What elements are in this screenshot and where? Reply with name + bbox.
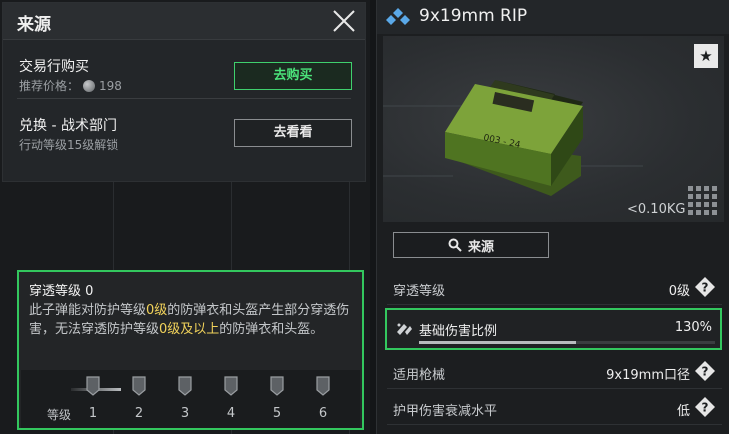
stat-label: 适用枪械 <box>393 368 446 383</box>
level-shield-icon <box>270 376 284 396</box>
svg-text:?: ? <box>702 281 709 295</box>
level-shield-icon <box>316 376 330 396</box>
help-icon[interactable]: ? <box>694 276 716 298</box>
level-label: 等级 <box>47 408 72 422</box>
close-icon[interactable] <box>331 8 357 34</box>
market-title: 交易行购买 <box>19 59 89 75</box>
damage-label: 基础伤害比例 <box>419 324 498 339</box>
rarity-diamond-icon <box>386 8 410 25</box>
help-icon[interactable]: ? <box>694 396 716 418</box>
svg-text:?: ? <box>702 401 709 415</box>
penetration-title: 穿透等级 0 <box>29 284 94 299</box>
damage-bar <box>419 341 715 344</box>
help-icon[interactable]: ? <box>694 360 716 382</box>
item-detail-panel: 9x19mm RIP 003 - 24 ★ <0.10KG 来源 穿透等级 0级… <box>376 0 729 434</box>
price-label: 推荐价格： <box>19 79 80 93</box>
level-number: 6 <box>318 406 328 421</box>
level-number: 5 <box>272 406 282 421</box>
ammo-box-image: 003 - 24 <box>383 80 643 196</box>
level-number: 3 <box>180 406 190 421</box>
favorite-star-button[interactable]: ★ <box>694 44 718 68</box>
svg-text:?: ? <box>702 365 709 379</box>
price-value: 198 <box>99 78 122 93</box>
stat-weapon: 适用枪械 9x19mm口径 ? <box>387 356 722 389</box>
item-header: 9x19mm RIP <box>377 0 729 34</box>
coin-icon <box>83 79 96 92</box>
source-button[interactable]: 来源 <box>393 232 549 258</box>
damage-value: 130% <box>674 320 712 335</box>
level-number: 2 <box>134 406 144 421</box>
damage-icon <box>397 323 412 335</box>
stat-penetration: 穿透等级 0级 ? <box>387 272 722 305</box>
go-look-button[interactable]: 去看看 <box>234 119 352 147</box>
item-preview: 003 - 24 ★ <0.10KG <box>383 36 724 222</box>
source-row-market: 交易行购买 推荐价格： 198 去购买 <box>17 40 352 99</box>
market-price: 推荐价格： 198 <box>19 77 122 94</box>
penetration-description: 此子弹能对防护等级0级的防弹衣和头盔产生部分穿透伤害，无法穿透防护等级0级及以上… <box>29 301 357 339</box>
source-button-label: 来源 <box>467 239 494 255</box>
level-shield-icon <box>86 376 100 396</box>
damage-bar-fill <box>419 341 576 344</box>
stat-base-damage: 基础伤害比例 130% <box>385 308 722 350</box>
source-row-exchange: 兑换 - 战术部门 行动等级15级解锁 去看看 <box>17 99 352 157</box>
go-buy-button[interactable]: 去购买 <box>234 62 352 90</box>
stat-value: 0级 <box>668 284 690 299</box>
item-name: 9x19mm RIP <box>419 6 528 26</box>
stat-value: 9x19mm口径 <box>606 368 690 383</box>
source-title: 来源 <box>17 15 51 35</box>
inventory-size-icon <box>688 186 717 215</box>
source-panel: 来源 交易行购买 推荐价格： 198 去购买 兑换 - 战术部门 行动等级15级… <box>2 2 366 182</box>
search-icon <box>448 238 462 252</box>
exchange-requirement: 行动等级15级解锁 <box>19 138 119 152</box>
source-header: 来源 <box>3 3 365 40</box>
desc-highlight: 0级及以上 <box>159 322 220 337</box>
level-number: 1 <box>88 406 98 421</box>
desc-highlight: 0级 <box>146 303 168 318</box>
desc-text: 此子弹能对防护等级 <box>29 303 147 318</box>
stat-armor-damage: 护甲伤害衰减水平 低 ? <box>387 392 722 425</box>
level-shield-icon <box>178 376 192 396</box>
level-scale: 等级 1 2 3 4 5 6 <box>21 370 360 428</box>
stat-value: 低 <box>676 404 690 419</box>
stat-label: 穿透等级 <box>393 284 446 299</box>
exchange-title: 兑换 - 战术部门 <box>19 118 117 134</box>
item-weight: <0.10KG <box>627 202 686 217</box>
penetration-tooltip: 穿透等级 0 此子弹能对防护等级0级的防弹衣和头盔产生部分穿透伤害，无法穿透防护… <box>17 270 364 430</box>
desc-text: 的防弹衣和头盔。 <box>219 322 324 337</box>
level-number: 4 <box>226 406 236 421</box>
level-shield-icon <box>224 376 238 396</box>
stat-label: 护甲伤害衰减水平 <box>393 404 498 419</box>
level-shield-icon <box>132 376 146 396</box>
